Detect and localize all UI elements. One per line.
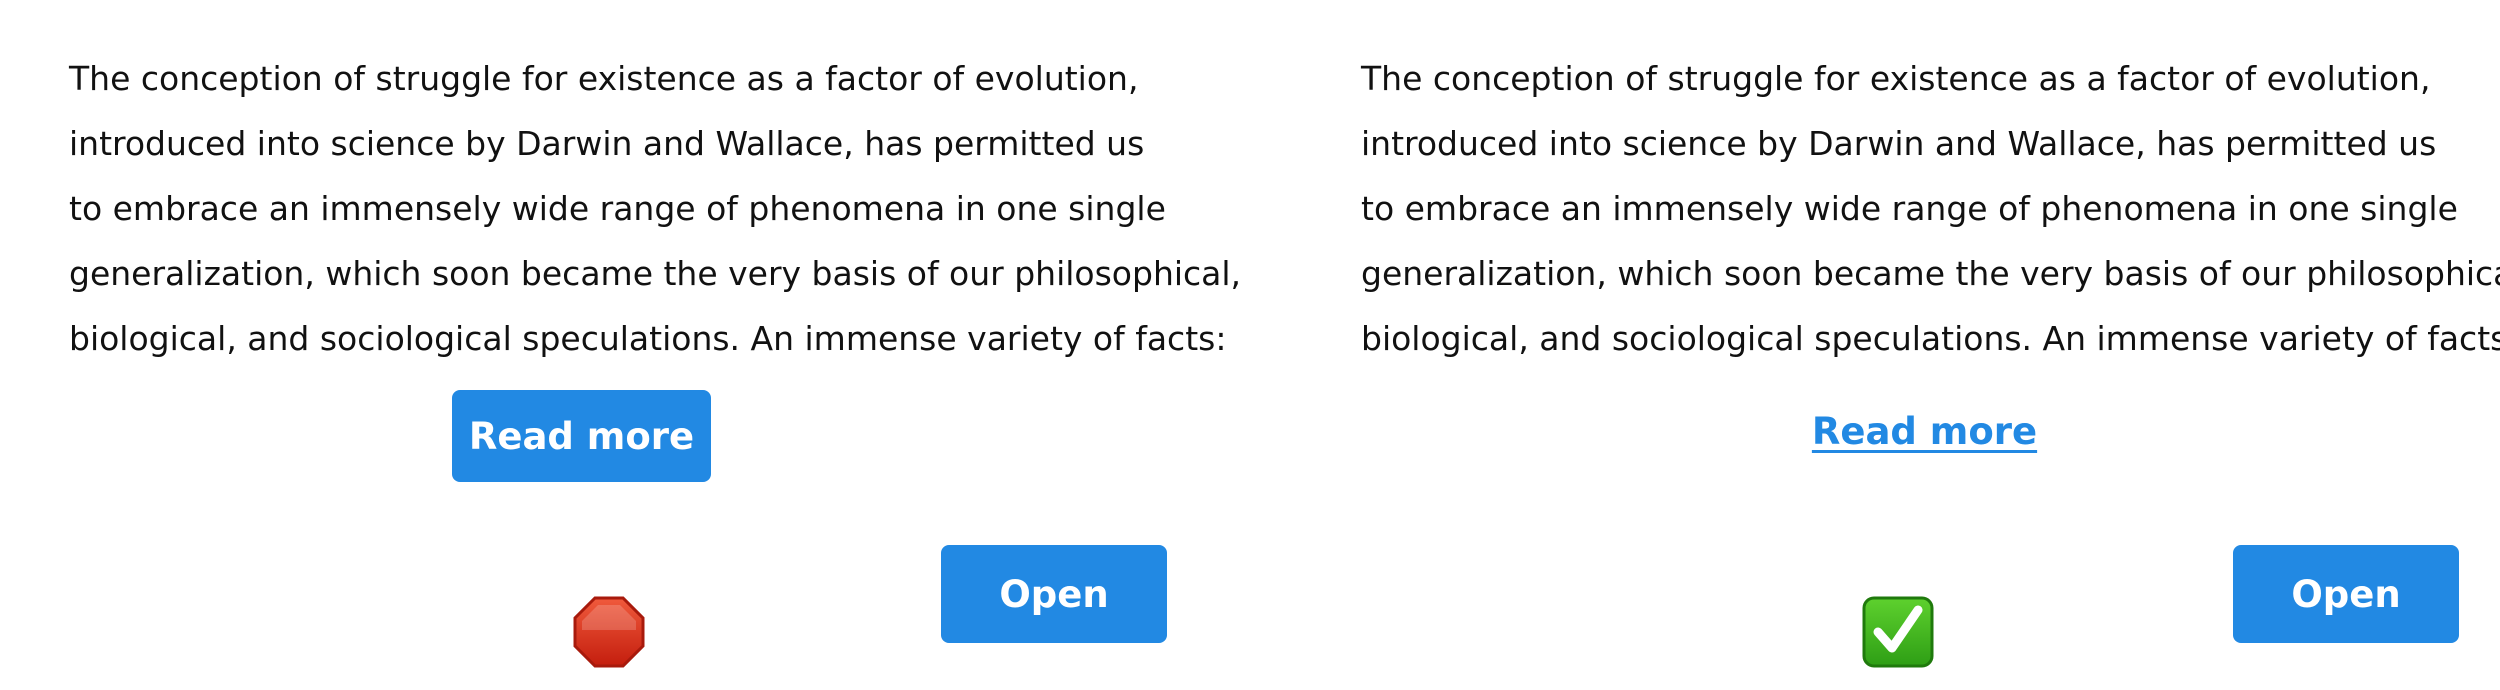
open-label: Open [2291,572,2401,616]
paragraph-line: The conception of struggle for existence… [1361,59,2431,98]
paragraph-line: to embrace an immensely wide range of ph… [69,189,1166,228]
paragraph-line: biological, and sociological speculation… [69,319,1227,358]
paragraph-line: generalization, which soon became the ve… [1361,254,2500,293]
right-panel: The conception of struggle for existence… [1292,0,2500,690]
stop-sign-icon [573,596,645,668]
open-button[interactable]: Open [941,545,1167,643]
body-paragraph: The conception of struggle for existence… [69,46,1242,371]
open-button[interactable]: Open [2233,545,2459,643]
read-more-label: Read more [1811,410,2038,453]
read-more-link[interactable]: Read more [1772,410,2077,453]
check-mark-icon [1862,596,1934,668]
paragraph-line: introduced into science by Darwin and Wa… [1361,124,2437,163]
paragraph-line: The conception of struggle for existence… [69,59,1139,98]
left-panel: The conception of struggle for existence… [0,0,1250,690]
paragraph-line: introduced into science by Darwin and Wa… [69,124,1145,163]
paragraph-line: to embrace an immensely wide range of ph… [1361,189,2458,228]
open-label: Open [999,572,1109,616]
body-paragraph: The conception of struggle for existence… [1361,46,2500,371]
read-more-button[interactable]: Read more [452,390,711,482]
paragraph-line: biological, and sociological speculation… [1361,319,2500,358]
paragraph-line: generalization, which soon became the ve… [69,254,1242,293]
read-more-label: Read more [468,414,695,458]
